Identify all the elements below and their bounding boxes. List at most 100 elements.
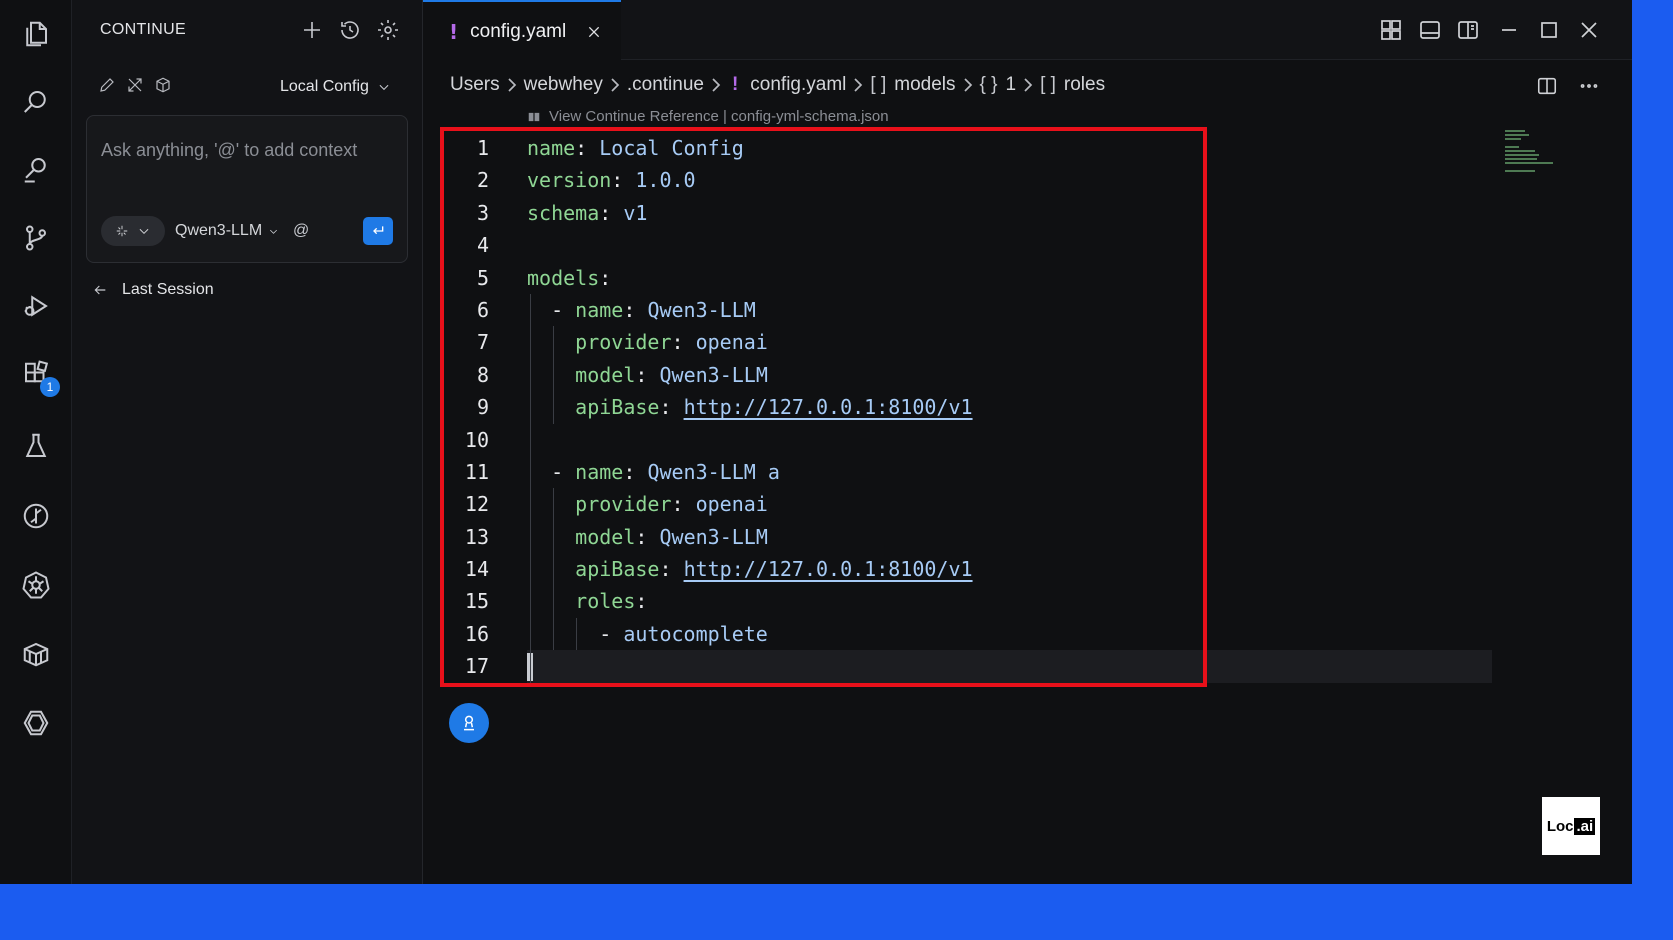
minimize-icon[interactable] [1495,16,1523,44]
code-line[interactable]: 4 [423,229,1632,261]
containers-icon[interactable] [18,636,54,672]
code-line[interactable]: 3 schema: v1 [423,197,1632,229]
continue-icon[interactable] [18,705,54,741]
code-line[interactable]: 11 - name: Qwen3-LLM a [423,456,1632,488]
enter-icon [373,226,384,235]
run-debug-icon[interactable] [18,288,54,324]
line-content: - name: Qwen3-LLM a [527,459,780,484]
line-number: 5 [476,265,489,290]
indent-guide [553,488,554,651]
code-line[interactable]: 8 model: Qwen3-LLM [423,359,1632,391]
breadcrumb-roles[interactable]: roles [1064,74,1105,96]
last-session-link[interactable]: Last Session [92,281,214,299]
window-close-icon[interactable] [1575,16,1603,44]
background-bottom [0,884,1673,940]
last-session-label: Last Session [122,281,214,298]
line-number: 10 [464,427,489,452]
minimap[interactable] [1505,130,1555,174]
yaml-value: Local Config [599,136,744,160]
assistant-icon [464,715,474,731]
toggle-secondary-sidebar-icon[interactable] [1454,16,1482,44]
extensions-icon[interactable]: 1 [18,357,60,397]
history-icon[interactable] [336,16,364,44]
breadcrumb-index[interactable]: 1 [1005,74,1016,96]
line-number: 16 [464,621,489,646]
yaml-url-link[interactable]: http://127.0.0.1:8100/v1 [684,395,973,419]
codelens-reference[interactable]: View Continue Reference | config-yml-sch… [527,108,889,125]
tab-bar: ! config.yaml [423,0,1632,61]
layout-grid-icon[interactable] [1377,16,1405,44]
line-number: 14 [464,557,489,582]
toggle-panel-icon[interactable] [1416,16,1444,44]
vscode-window: 1 CONTINUE Local Config Ask anything, '@… [0,0,1632,884]
cube-icon[interactable] [154,76,174,96]
yaml-value: Qwen3-LLM [659,524,768,549]
code-line[interactable]: 7 provider: openai [423,326,1632,358]
code-line[interactable]: 2 version: 1.0.0 [423,164,1632,196]
code-line[interactable]: 10 [423,424,1632,456]
maximize-icon[interactable] [1535,16,1563,44]
pencil-icon[interactable] [98,76,118,96]
new-session-icon[interactable] [298,16,326,44]
code-line[interactable]: 17 [423,650,1632,683]
chevron-down-icon [379,84,389,91]
chat-input-placeholder[interactable]: Ask anything, '@' to add context [101,140,357,161]
line-number: 11 [464,459,489,484]
yaml-key: name [575,297,624,322]
code-line[interactable]: 15 roles: [423,585,1632,617]
testing-icon[interactable] [18,428,54,464]
extensions-badge: 1 [40,377,60,397]
find-icon[interactable] [18,151,54,187]
line-content: name: Local Config [527,136,744,160]
yaml-key: apiBase [575,557,660,582]
line-content: version: 1.0.0 [527,168,696,193]
code-line[interactable]: 9 apiBase: http://127.0.0.1:8100/v1 [423,391,1632,423]
breadcrumb-file-marker: ! [731,74,739,95]
line-number: 8 [476,362,489,387]
breadcrumb-models[interactable]: models [894,74,955,96]
yaml-key: schema [527,200,600,225]
sparkle-icon [116,225,128,237]
more-actions-icon[interactable] [1575,72,1603,100]
indent-guide [530,294,531,683]
mode-selector[interactable] [101,216,165,246]
code-line[interactable]: 1 name: Local Config [423,132,1632,164]
code-line[interactable]: 5 models: [423,262,1632,294]
code-line[interactable]: 13 model: Qwen3-LLM [423,521,1632,553]
add-context-button[interactable]: @ [293,222,309,240]
chat-input-box[interactable]: Ask anything, '@' to add context Qwen3-L… [86,115,408,263]
code-line[interactable]: 14 apiBase: http://127.0.0.1:8100/v1 [423,553,1632,585]
explorer-icon[interactable] [18,16,54,52]
breadcrumb-file[interactable]: config.yaml [750,74,846,96]
breadcrumb-webwhey[interactable]: webwhey [524,74,603,96]
tab-config-yaml[interactable]: ! config.yaml [423,0,621,61]
kubernetes-icon[interactable] [18,567,54,603]
code-line[interactable]: 12 provider: openai [423,488,1632,520]
continue-action-button[interactable] [449,703,489,743]
code-line[interactable]: 6 - name: Qwen3-LLM [423,294,1632,326]
yaml-key: model [575,362,636,387]
config-selector[interactable]: Local Config [280,78,391,96]
line-number: 12 [464,492,489,517]
array-icon: [ ] [870,74,887,95]
line-number: 13 [464,524,489,549]
yaml-url-link[interactable]: http://127.0.0.1:8100/v1 [684,557,973,581]
breadcrumb-users[interactable]: Users [450,74,500,96]
tab-label: config.yaml [470,20,567,42]
send-button[interactable] [363,217,393,245]
editor-area: ! config.yaml Users webwhey .continue ! … [423,0,1632,884]
model-selector[interactable]: Qwen3-LLM [175,222,279,240]
object-icon: { } [979,74,998,95]
source-control-icon[interactable] [18,220,54,256]
tools-icon[interactable] [126,76,146,96]
close-icon[interactable] [586,24,602,40]
yaml-value: 1.0.0 [635,168,696,193]
code-editor[interactable]: 1 name: Local Config 2 version: 1.0.0 3 schem… [423,132,1632,683]
breadcrumb-continue[interactable]: .continue [627,74,704,96]
split-editor-icon[interactable] [1533,72,1561,100]
search-icon[interactable] [18,84,54,120]
yaml-value: openai [695,492,768,517]
code-line[interactable]: 16 - autocomplete [423,618,1632,650]
git-graph-icon[interactable] [18,498,54,534]
settings-gear-icon[interactable] [374,16,402,44]
